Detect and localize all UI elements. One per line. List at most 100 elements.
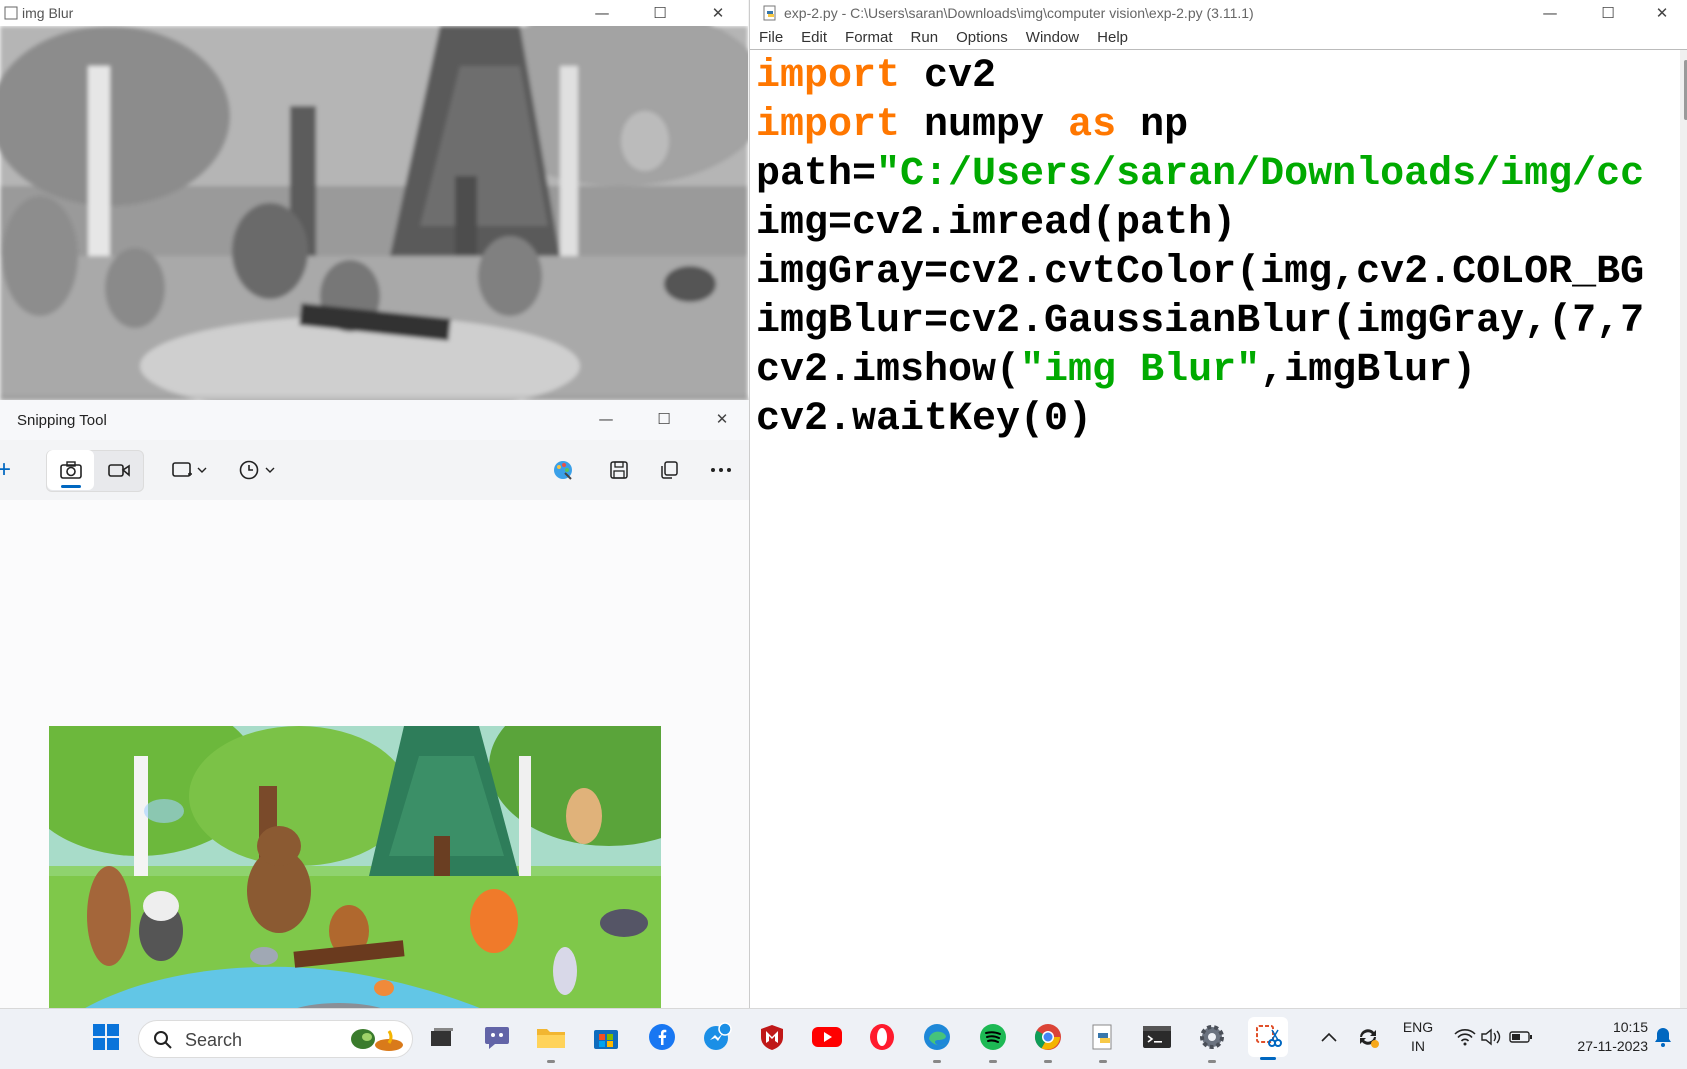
new-snip-button[interactable]: + — [0, 450, 14, 490]
mcafee-button[interactable] — [754, 1019, 790, 1055]
video-camera-icon — [107, 464, 130, 477]
vertical-scrollbar[interactable] — [1680, 50, 1687, 1008]
terminal-icon — [1143, 1026, 1171, 1048]
windows-logo-icon — [93, 1024, 119, 1050]
close-button[interactable]: ✕ — [694, 406, 750, 432]
file-explorer-button[interactable] — [533, 1019, 569, 1063]
window-title: img Blur — [22, 5, 74, 21]
code-line: cv2.waitKey(0) — [756, 397, 1093, 442]
mcafee-shield-icon — [761, 1025, 783, 1050]
time-text: 10:15 — [1612, 1019, 1648, 1035]
show-hidden-icons-button[interactable] — [1311, 1019, 1347, 1055]
img-blur-window: img Blur — ☐ ✕ — [0, 0, 748, 400]
settings-button[interactable] — [1194, 1019, 1230, 1063]
snipping-tool-icon — [1256, 1025, 1282, 1047]
clock[interactable]: 10:15 27-11-2023 — [1548, 1019, 1648, 1054]
running-indicator — [1099, 1060, 1107, 1063]
terminal-button[interactable] — [1139, 1019, 1175, 1055]
more-icon — [711, 468, 731, 472]
code-line: import numpy as np — [756, 101, 1674, 150]
running-indicator — [989, 1060, 997, 1063]
save-icon — [610, 461, 628, 479]
sync-button[interactable] — [1350, 1019, 1386, 1055]
copy-icon — [661, 461, 678, 479]
date-text: 27-11-2023 — [1577, 1038, 1648, 1054]
code-text: ,imgBlur) — [1260, 348, 1477, 393]
search-icon — [154, 1031, 172, 1049]
gear-icon — [1200, 1025, 1224, 1049]
snipping-tool-titlebar[interactable]: Snipping Tool — ☐ ✕ — [0, 400, 753, 440]
menu-edit[interactable]: Edit — [792, 29, 836, 46]
keyword: as — [1068, 103, 1117, 148]
opera-button[interactable] — [864, 1019, 900, 1055]
messenger-button[interactable] — [699, 1019, 735, 1055]
menu-file[interactable]: File — [750, 29, 792, 46]
more-options-button[interactable] — [706, 450, 736, 490]
keyword: import — [756, 103, 901, 148]
chevron-up-icon — [1321, 1032, 1337, 1042]
active-indicator — [1260, 1057, 1276, 1060]
rectangle-snip-icon — [172, 462, 207, 477]
volume-status[interactable] — [1478, 1019, 1504, 1055]
copy-button[interactable] — [654, 450, 684, 490]
code-text: np — [1116, 103, 1189, 148]
store-icon — [594, 1030, 618, 1049]
code-editor[interactable]: import cv2 import numpy as np path="C:/Use… — [756, 52, 1674, 1002]
paint-palette-icon — [554, 461, 572, 480]
active-indicator — [61, 485, 81, 488]
close-button[interactable]: ✕ — [690, 0, 746, 26]
snipping-tool-button[interactable] — [1248, 1017, 1288, 1060]
close-button[interactable]: ✕ — [1634, 0, 1687, 26]
save-button[interactable] — [604, 450, 634, 490]
code-text: cv2.imshow( — [756, 348, 1021, 393]
camera-icon — [59, 461, 82, 479]
maximize-button[interactable]: ☐ — [1580, 0, 1636, 26]
battery-status[interactable] — [1506, 1019, 1536, 1055]
menu-format[interactable]: Format — [836, 29, 902, 46]
snipping-toolbar: + — [0, 440, 753, 501]
forest-animals-image — [49, 726, 661, 1032]
opera-icon — [870, 1024, 894, 1050]
running-indicator — [547, 1060, 555, 1063]
code-line: imgBlur=cv2.GaussianBlur(imgGray,(7,7 — [756, 299, 1645, 344]
code-text: path= — [756, 152, 877, 197]
minimize-button[interactable]: — — [1522, 0, 1578, 26]
language-code: ENG — [1402, 1019, 1434, 1035]
edge-button[interactable] — [919, 1019, 955, 1063]
maximize-button[interactable]: ☐ — [636, 406, 692, 432]
menu-bar: File Edit Format Run Options Window Help — [750, 26, 1687, 50]
microsoft-store-button[interactable] — [588, 1019, 624, 1055]
wifi-status[interactable] — [1452, 1019, 1478, 1055]
start-button[interactable] — [88, 1019, 124, 1055]
python-idle-button[interactable] — [1085, 1019, 1121, 1063]
menu-options[interactable]: Options — [947, 29, 1017, 46]
record-mode-button[interactable] — [95, 450, 142, 490]
facebook-button[interactable] — [644, 1019, 680, 1055]
task-view-button[interactable] — [424, 1019, 460, 1055]
minimize-button[interactable]: — — [578, 406, 634, 432]
snip-shape-dropdown[interactable] — [168, 450, 212, 490]
messenger-icon — [704, 1022, 732, 1050]
notifications-button[interactable] — [1648, 1019, 1678, 1055]
running-indicator — [933, 1060, 941, 1063]
keyword: import — [756, 54, 901, 99]
maximize-button[interactable]: ☐ — [632, 0, 688, 26]
code-line: path="C:/Users/saran/Downloads/img/cc — [756, 150, 1674, 199]
taskbar-search[interactable]: Search — [138, 1020, 413, 1058]
screenshot-mode-button[interactable] — [47, 450, 94, 490]
chat-button[interactable] — [479, 1019, 515, 1055]
search-placeholder: Search — [185, 1030, 243, 1050]
teams-chat-icon — [485, 1027, 509, 1049]
youtube-button[interactable] — [809, 1019, 845, 1055]
edit-in-paint-button[interactable] — [548, 450, 578, 490]
menu-window[interactable]: Window — [1017, 29, 1088, 46]
minimize-button[interactable]: — — [574, 0, 630, 26]
spotify-button[interactable] — [975, 1019, 1011, 1063]
taskbar: Search ENG IN 10:15 27-11-2023 — [0, 1008, 1687, 1069]
code-line: img=cv2.imread(path) — [756, 201, 1237, 246]
menu-run[interactable]: Run — [902, 29, 948, 46]
chrome-button[interactable] — [1030, 1019, 1066, 1063]
menu-help[interactable]: Help — [1088, 29, 1137, 46]
delay-dropdown[interactable] — [238, 450, 282, 490]
language-indicator[interactable]: ENG IN — [1396, 1019, 1440, 1054]
